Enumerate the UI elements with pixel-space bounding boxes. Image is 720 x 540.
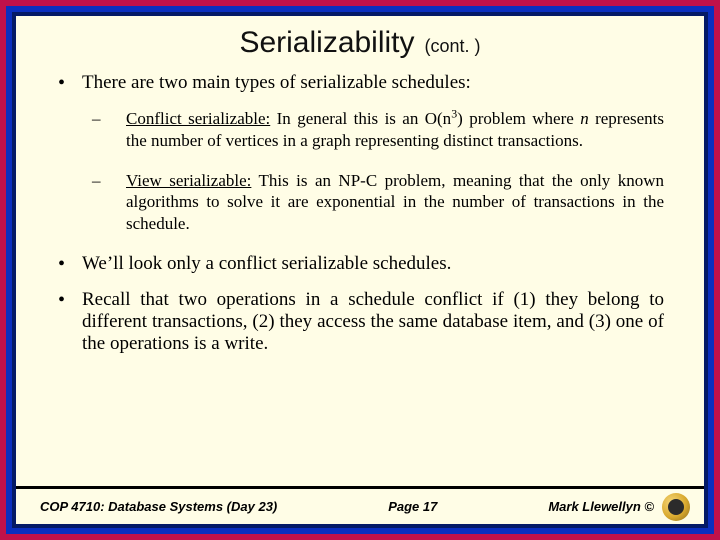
frame-mid: Serializability (cont. ) There are two m… (6, 6, 714, 534)
slide: Serializability (cont. ) There are two m… (16, 16, 704, 524)
footer-author: Mark Llewellyn © (548, 499, 654, 514)
bullet-recall-text: Recall that two operations in a schedule… (82, 289, 664, 354)
frame-inner: Serializability (cont. ) There are two m… (12, 12, 708, 528)
bullet-intro-text: There are two main types of serializable… (82, 72, 471, 93)
view-label: View serializable: (126, 171, 251, 190)
slide-title-suffix: (cont. ) (425, 36, 481, 56)
footer-course: COP 4710: Database Systems (Day 23) (40, 499, 277, 514)
slide-title: Serializability (239, 26, 414, 59)
footer-page: Page 17 (277, 499, 548, 514)
footer: COP 4710: Database Systems (Day 23) Page… (16, 486, 704, 524)
conflict-pre: In general this is an O(n (270, 109, 451, 128)
conflict-n: n (580, 109, 589, 128)
frame-outer: Serializability (cont. ) There are two m… (0, 0, 720, 540)
bullet-list: There are two main types of serializable… (56, 72, 664, 355)
ucf-logo-icon (662, 493, 690, 521)
slide-body: There are two main types of serializable… (16, 66, 704, 486)
sub-bullet-list: Conflict serializable: In general this i… (82, 108, 664, 235)
bullet-look-text: We’ll look only a conflict serializable … (82, 253, 451, 274)
bullet-intro: There are two main types of serializable… (56, 72, 664, 235)
bullet-recall: Recall that two operations in a schedule… (56, 289, 664, 355)
sub-bullet-view: View serializable: This is an NP-C probl… (82, 170, 664, 235)
conflict-post: ) problem where (457, 109, 580, 128)
conflict-label: Conflict serializable: (126, 109, 270, 128)
bullet-look: We’ll look only a conflict serializable … (56, 253, 664, 275)
title-area: Serializability (cont. ) (16, 16, 704, 66)
sub-bullet-conflict: Conflict serializable: In general this i… (82, 108, 664, 152)
